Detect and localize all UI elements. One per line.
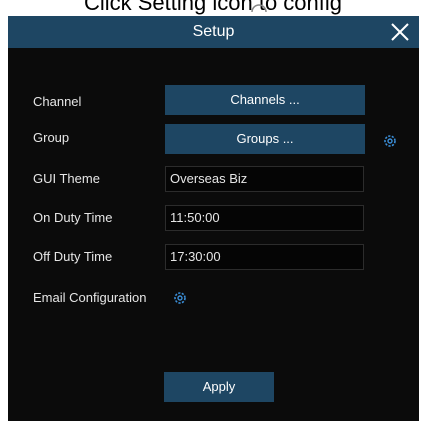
gear-icon [251,4,267,12]
group-label: Group [33,130,70,145]
dialog-title: Setup [192,23,235,40]
on-duty-time-label: On Duty Time [33,210,113,225]
gui-theme-label: GUI Theme [33,171,100,186]
email-configuration-label: Email Configuration [33,290,147,305]
close-icon[interactable] [387,19,413,45]
gui-theme-select[interactable]: Overseas Biz [165,166,364,192]
apply-button[interactable]: Apply [164,372,274,402]
groups-button[interactable]: Groups ... [165,124,365,154]
on-duty-time-input[interactable]: 11:50:00 [165,205,364,231]
channel-label: Channel [33,94,82,109]
group-settings-gear-icon[interactable] [383,134,397,148]
email-settings-gear-icon[interactable] [173,291,187,305]
off-duty-time-input[interactable]: 17:30:00 [165,244,364,270]
titlebar: Setup [8,16,419,48]
instruction-text: Click Setting icon to config [83,0,343,15]
instruction-banner: Click Setting icon to config [0,0,426,16]
setup-dialog: Setup Channel Channels ... Group Groups … [8,16,419,421]
off-duty-time-label: Off Duty Time [33,249,113,264]
channels-button[interactable]: Channels ... [165,85,365,115]
